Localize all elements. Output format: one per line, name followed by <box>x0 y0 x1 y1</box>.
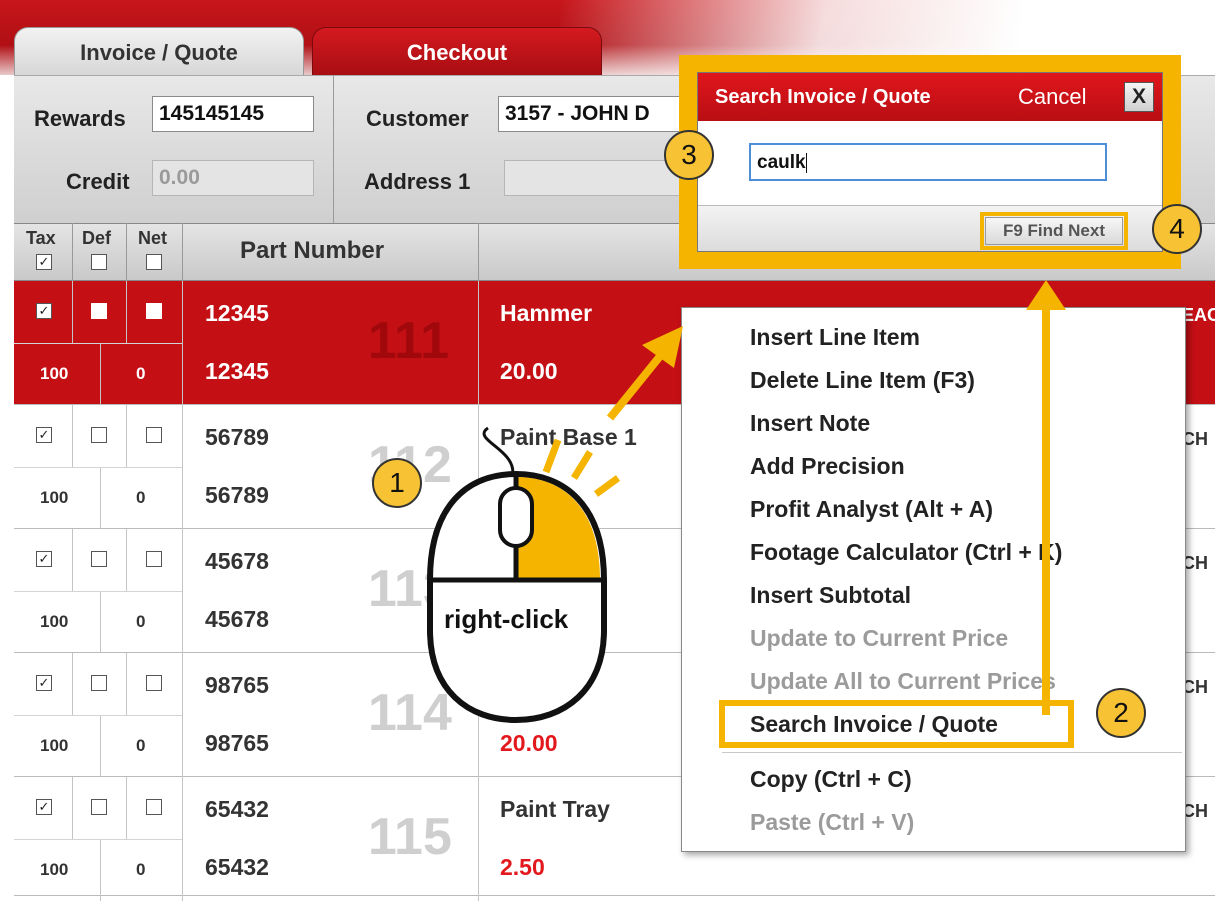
click-burst <box>593 475 621 497</box>
callout-3: 3 <box>664 130 714 180</box>
click-burst <box>571 450 593 480</box>
callout-1: 1 <box>372 458 422 508</box>
arrow-to-menu <box>606 347 669 421</box>
click-burst <box>542 438 562 474</box>
mouse-cable <box>482 426 515 479</box>
arrow-head-menu <box>642 326 683 368</box>
arrow-head-up <box>1026 280 1066 310</box>
right-click-label: right-click <box>444 604 569 634</box>
annotation-overlay <box>427 280 1066 724</box>
mouse-wheel-icon <box>498 486 534 548</box>
callout-4: 4 <box>1152 204 1202 254</box>
callout-2: 2 <box>1096 688 1146 738</box>
